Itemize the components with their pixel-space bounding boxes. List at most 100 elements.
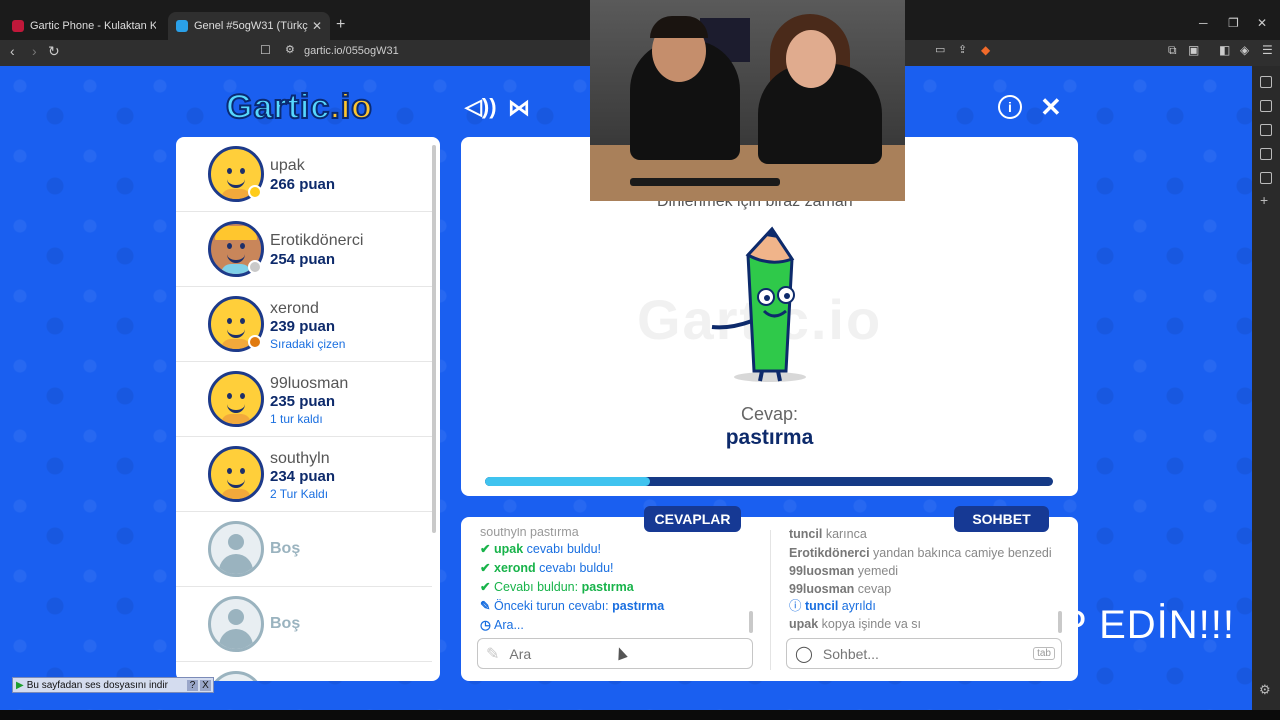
- chat-who: upak: [789, 617, 819, 632]
- chat-who: 99luosman: [789, 563, 855, 578]
- player-name: xerond: [270, 300, 319, 317]
- site-info-icon[interactable]: ⚙: [285, 43, 295, 56]
- bottom-strip: [0, 710, 1280, 720]
- tab-gartic-phone[interactable]: Gartic Phone - Kulaktan Kulağa: [4, 12, 164, 40]
- download-close-button[interactable]: X: [200, 679, 211, 691]
- close-tab-icon[interactable]: ✕: [312, 19, 322, 33]
- answer-input[interactable]: [509, 645, 752, 662]
- player-row: southyln 234 puan 2 Tur Kaldı: [176, 437, 432, 512]
- forward-icon[interactable]: ›: [32, 43, 37, 59]
- player-row: upak 266 puan: [176, 137, 432, 212]
- empty-avatar-icon: [208, 596, 264, 652]
- play-icon: ▶: [16, 679, 24, 691]
- wallet-icon[interactable]: ▣: [1188, 43, 1199, 57]
- empty-avatar-icon: [208, 671, 264, 681]
- player-name: Erotikdönerci: [270, 232, 364, 249]
- vpn-icon[interactable]: ◈: [1240, 43, 1249, 57]
- answer-text: southyln pastırma: [480, 528, 579, 539]
- chat-who: Erotikdönerci: [789, 546, 870, 560]
- tab-key-hint: tab: [1033, 647, 1055, 660]
- player-list-scrollbar[interactable]: [432, 145, 436, 533]
- reload-icon[interactable]: ↻: [48, 43, 60, 60]
- sound-icon[interactable]: ◁)): [465, 94, 497, 120]
- bookmark-icon[interactable]: ☐: [260, 43, 271, 57]
- answer-strong: pastırma: [581, 580, 634, 594]
- answers-scrollbar[interactable]: [749, 611, 753, 633]
- download-help-button[interactable]: ?: [187, 679, 198, 691]
- reading-list-icon[interactable]: [1260, 100, 1272, 112]
- answer-who: xerond: [494, 561, 536, 575]
- check-icon: ✔: [480, 561, 491, 575]
- round-progress-bar: [485, 477, 1053, 486]
- cast-icon[interactable]: ▭: [935, 43, 945, 56]
- back-icon[interactable]: ‹: [10, 43, 15, 59]
- brave-shield-icon[interactable]: ◆: [981, 43, 990, 57]
- answer-text: Cevabı buldun:: [494, 580, 582, 594]
- chat-input[interactable]: [822, 645, 1034, 662]
- answer-who: upak: [494, 542, 524, 556]
- answer-strong: pastırma: [612, 599, 665, 613]
- logo-text: Gartic: [225, 87, 331, 127]
- list-item: 99luosman cevap: [789, 581, 1059, 599]
- player-points: 234 puan: [270, 468, 336, 485]
- share-icon[interactable]: ⋈: [508, 95, 530, 121]
- list-item: 99luosman yemedi: [789, 563, 1059, 581]
- webcam-overlay: [590, 0, 905, 201]
- wallet-sidebar-icon[interactable]: [1260, 124, 1272, 136]
- sidebar-settings-icon[interactable]: ⚙: [1259, 682, 1271, 698]
- panel-divider: [770, 530, 771, 670]
- maximize-icon[interactable]: ❐: [1228, 16, 1239, 30]
- answer-value: pastırma: [725, 426, 814, 449]
- empty-slot: [176, 662, 432, 681]
- chat-input-box[interactable]: ◯ tab: [786, 638, 1062, 669]
- list-item: ✎ Önceki turun cevabı: pastırma: [480, 597, 762, 616]
- check-icon: ✔: [480, 542, 491, 556]
- download-audio-bar[interactable]: ▶ Bu sayfadan ses dosyasını indir ? X: [12, 677, 214, 693]
- list-item: southyln pastırma: [480, 528, 762, 540]
- tab-gartic-io[interactable]: Genel #5ogW31 (Türkçe) - Gartic ✕: [168, 12, 330, 40]
- tab-title: Gartic Phone - Kulaktan Kulağa: [30, 20, 156, 32]
- share-page-icon[interactable]: ⇪: [958, 43, 967, 56]
- list-item: ◷ Ara...: [480, 616, 762, 635]
- round-progress-fill: [485, 477, 650, 486]
- info-icon[interactable]: i: [998, 95, 1022, 119]
- answer-text: Önceki turun cevabı:: [494, 599, 613, 613]
- close-window-icon[interactable]: ✕: [1257, 16, 1267, 30]
- history-icon[interactable]: [1260, 172, 1272, 184]
- add-panel-icon[interactable]: +: [1260, 192, 1268, 208]
- chat-text: cevap: [854, 581, 892, 596]
- menu-icon[interactable]: ☰: [1262, 43, 1273, 57]
- exit-icon[interactable]: ✕: [1040, 92, 1062, 123]
- list-item: ✔ xerond cevabı buldu!: [480, 559, 762, 578]
- chat-text: ayrıldı: [838, 599, 876, 614]
- new-tab-button[interactable]: +: [336, 16, 345, 34]
- answer-text: Ara...: [494, 618, 524, 632]
- player-avatar: [208, 446, 264, 502]
- sidebar-toggle-icon[interactable]: ◧: [1219, 43, 1230, 57]
- pencil-icon: ✎: [480, 599, 491, 613]
- chat-bubble-icon: ◯: [795, 645, 813, 663]
- player-row: Erotikdönerci 254 puan: [176, 212, 432, 287]
- empty-slot: Boş: [176, 587, 432, 662]
- chat-text: yemedi: [854, 563, 899, 578]
- player-points: 254 puan: [270, 251, 336, 268]
- leo-icon[interactable]: [1260, 76, 1272, 88]
- pencil-icon: ✎: [486, 645, 500, 663]
- player-list: upak 266 puan Erotikdönerci 254 puan xer…: [176, 137, 440, 681]
- chat-text: kopya işinde va sı: [818, 617, 922, 632]
- player-points: 239 puan: [270, 318, 336, 335]
- list-item: upak kopya işinde va sı: [789, 616, 1059, 634]
- player-points: 235 puan: [270, 393, 336, 410]
- list-item: ⓘ tuncil ayrıldı: [789, 598, 1059, 616]
- bookmarks-icon[interactable]: [1260, 148, 1272, 160]
- url-field[interactable]: gartic.io/055ogW31: [304, 45, 399, 57]
- empty-slot-label: Boş: [270, 615, 301, 632]
- chat-text: yandan bakınca camiye benzedi: [869, 546, 1052, 560]
- empty-avatar-icon: [208, 521, 264, 577]
- answer-text: cevabı buldu!: [523, 542, 602, 556]
- minimize-icon[interactable]: ─: [1199, 16, 1208, 30]
- player-points: 266 puan: [270, 176, 336, 193]
- player-note: Sıradaki çizen: [270, 337, 346, 351]
- extensions-icon[interactable]: ⧉: [1168, 43, 1177, 58]
- tab-title: Genel #5ogW31 (Türkçe) - Gartic: [194, 20, 308, 32]
